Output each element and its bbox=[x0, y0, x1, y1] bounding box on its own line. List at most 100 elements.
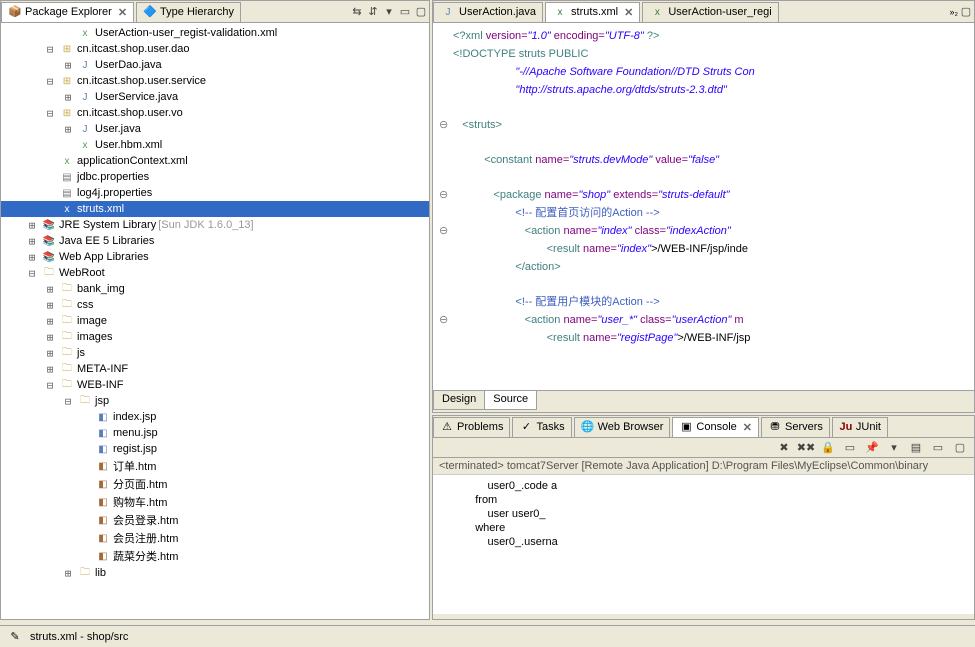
tree-node[interactable]: xUser.hbm.xml bbox=[1, 137, 429, 153]
maximize-icon[interactable]: ▢ bbox=[413, 4, 429, 20]
tree-node[interactable]: ⊞JUser.java bbox=[1, 121, 429, 137]
tree-node[interactable]: ⊞🗀META-INF bbox=[1, 361, 429, 377]
tree-label: WEB-INF bbox=[77, 379, 123, 391]
tab-type-hierarchy[interactable]: 🔷 Type Hierarchy bbox=[136, 2, 241, 22]
tree-node[interactable]: ⊞🗀js bbox=[1, 345, 429, 361]
tree-label: 订单.htm bbox=[113, 458, 156, 474]
tree-node[interactable]: ◧蔬菜分类.htm bbox=[1, 547, 429, 565]
htm-icon: ◧ bbox=[95, 459, 111, 473]
tree-node[interactable]: ⊟🗀WEB-INF bbox=[1, 377, 429, 393]
tree-node[interactable]: ⊞JUserDao.java bbox=[1, 57, 429, 73]
package-tree[interactable]: xUserAction-user_regist-validation.xml⊟⊞… bbox=[1, 23, 429, 619]
minimize-icon[interactable]: ▭ bbox=[397, 4, 413, 20]
collapse-all-icon[interactable]: ⇆ bbox=[349, 4, 365, 20]
tree-node[interactable]: ◧menu.jsp bbox=[1, 425, 429, 441]
remove-all-icon[interactable]: ✖✖ bbox=[798, 440, 814, 456]
maximize-icon[interactable]: ▢ bbox=[952, 440, 968, 456]
view-menu-icon[interactable]: ▾ bbox=[381, 4, 397, 20]
tree-twisty-icon[interactable]: ⊟ bbox=[43, 75, 57, 88]
htm-icon: ◧ bbox=[95, 549, 111, 563]
tab-tasks[interactable]: ✓Tasks bbox=[512, 417, 571, 437]
tree-twisty-icon[interactable]: ⊞ bbox=[61, 59, 75, 72]
tree-node[interactable]: ⊞🗀lib bbox=[1, 565, 429, 581]
tree-node[interactable]: ◧会员注册.htm bbox=[1, 529, 429, 547]
tree-twisty-icon[interactable]: ⊞ bbox=[61, 91, 75, 104]
tree-label: bank_img bbox=[77, 283, 125, 295]
tab-design[interactable]: Design bbox=[433, 391, 485, 410]
tree-twisty-icon[interactable]: ⊟ bbox=[43, 43, 57, 56]
more-tabs-indicator[interactable]: »₂ bbox=[950, 7, 959, 17]
close-icon[interactable]: ✕ bbox=[118, 6, 127, 19]
tree-node[interactable]: ◧购物车.htm bbox=[1, 493, 429, 511]
tab-useraction-regi[interactable]: xUserAction-user_regi bbox=[642, 2, 778, 22]
maximize-icon[interactable]: ▢ bbox=[958, 4, 974, 20]
tree-node[interactable]: ⊟⊞cn.itcast.shop.user.dao bbox=[1, 41, 429, 57]
tree-node[interactable]: xstruts.xml bbox=[1, 201, 429, 217]
tree-node[interactable]: ⊟🗀jsp bbox=[1, 393, 429, 409]
tree-node[interactable]: ▤log4j.properties bbox=[1, 185, 429, 201]
folder-icon: 🗀 bbox=[59, 282, 75, 296]
tree-twisty-icon[interactable]: ⊟ bbox=[61, 395, 75, 408]
remove-launch-icon[interactable]: ✖ bbox=[776, 440, 792, 456]
tab-web-browser[interactable]: 🌐Web Browser bbox=[574, 417, 671, 437]
tab-package-explorer[interactable]: 📦 Package Explorer ✕ bbox=[1, 2, 134, 22]
close-icon[interactable]: ✕ bbox=[624, 6, 633, 19]
tree-node[interactable]: ⊞📚Web App Libraries bbox=[1, 249, 429, 265]
tree-twisty-icon[interactable]: ⊟ bbox=[43, 379, 57, 392]
tree-node[interactable]: ⊞📚JRE System Library [Sun JDK 1.6.0_13] bbox=[1, 217, 429, 233]
java-icon: J bbox=[77, 122, 93, 136]
tree-label: 蔬菜分类.htm bbox=[113, 548, 178, 564]
tab-servers[interactable]: ⛃Servers bbox=[761, 417, 830, 437]
tree-twisty-icon[interactable]: ⊞ bbox=[61, 567, 75, 580]
tab-source[interactable]: Source bbox=[484, 391, 537, 410]
clear-console-icon[interactable]: ▭ bbox=[842, 440, 858, 456]
tree-twisty-icon[interactable]: ⊞ bbox=[43, 283, 57, 296]
tab-console[interactable]: ▣Console✕ bbox=[672, 417, 759, 437]
tab-junit[interactable]: JuJUnit bbox=[832, 417, 888, 437]
tree-twisty-icon[interactable]: ⊞ bbox=[43, 363, 57, 376]
tree-node[interactable]: ⊞🗀image bbox=[1, 313, 429, 329]
tree-node[interactable]: ⊞🗀css bbox=[1, 297, 429, 313]
tab-problems[interactable]: ⚠Problems bbox=[433, 417, 510, 437]
tree-twisty-icon[interactable]: ⊟ bbox=[43, 107, 57, 120]
display-selected-icon[interactable]: ▾ bbox=[886, 440, 902, 456]
tree-node[interactable]: ⊞🗀images bbox=[1, 329, 429, 345]
tree-node[interactable]: ◧订单.htm bbox=[1, 457, 429, 475]
tree-twisty-icon[interactable]: ⊞ bbox=[25, 219, 39, 232]
tree-label: lib bbox=[95, 567, 106, 579]
tree-twisty-icon[interactable]: ⊞ bbox=[61, 123, 75, 136]
tree-node[interactable]: ⊟⊞cn.itcast.shop.user.vo bbox=[1, 105, 429, 121]
xml-editor[interactable]: <?xml version="1.0" encoding="UTF-8" ?> … bbox=[433, 23, 974, 390]
tree-node[interactable]: ⊞📚Java EE 5 Libraries bbox=[1, 233, 429, 249]
tree-node[interactable]: ◧regist.jsp bbox=[1, 441, 429, 457]
scroll-lock-icon[interactable]: 🔒 bbox=[820, 440, 836, 456]
tree-node[interactable]: xapplicationContext.xml bbox=[1, 153, 429, 169]
tree-node[interactable]: xUserAction-user_regist-validation.xml bbox=[1, 25, 429, 41]
tab-useraction-java[interactable]: JUserAction.java bbox=[433, 2, 543, 22]
open-console-icon[interactable]: ▤ bbox=[908, 440, 924, 456]
tree-twisty-icon[interactable]: ⊟ bbox=[25, 267, 39, 280]
tree-twisty-icon[interactable]: ⊞ bbox=[43, 299, 57, 312]
console-output[interactable]: user0_.code a from user user0_ where use… bbox=[433, 475, 974, 614]
tree-twisty-icon[interactable]: ⊞ bbox=[43, 315, 57, 328]
link-editor-icon[interactable]: ⇵ bbox=[365, 4, 381, 20]
tab-label: UserAction-user_regi bbox=[668, 6, 771, 18]
tree-twisty-icon[interactable]: ⊞ bbox=[25, 251, 39, 264]
tree-node[interactable]: ▤jdbc.properties bbox=[1, 169, 429, 185]
tree-node[interactable]: ◧index.jsp bbox=[1, 409, 429, 425]
tree-node[interactable]: ◧会员登录.htm bbox=[1, 511, 429, 529]
tree-node[interactable]: ⊟⊞cn.itcast.shop.user.service bbox=[1, 73, 429, 89]
tree-twisty-icon[interactable]: ⊞ bbox=[43, 331, 57, 344]
tree-label: UserAction-user_regist-validation.xml bbox=[95, 27, 277, 39]
tree-node[interactable]: ◧分页面.htm bbox=[1, 475, 429, 493]
close-icon[interactable]: ✕ bbox=[743, 421, 752, 434]
tab-label: Web Browser bbox=[598, 421, 664, 433]
tab-struts-xml[interactable]: xstruts.xml✕ bbox=[545, 2, 640, 22]
tree-twisty-icon[interactable]: ⊞ bbox=[25, 235, 39, 248]
tree-twisty-icon[interactable]: ⊞ bbox=[43, 347, 57, 360]
tree-node[interactable]: ⊟🗀WebRoot bbox=[1, 265, 429, 281]
pin-console-icon[interactable]: 📌 bbox=[864, 440, 880, 456]
tree-node[interactable]: ⊞JUserService.java bbox=[1, 89, 429, 105]
minimize-icon[interactable]: ▭ bbox=[930, 440, 946, 456]
tree-node[interactable]: ⊞🗀bank_img bbox=[1, 281, 429, 297]
